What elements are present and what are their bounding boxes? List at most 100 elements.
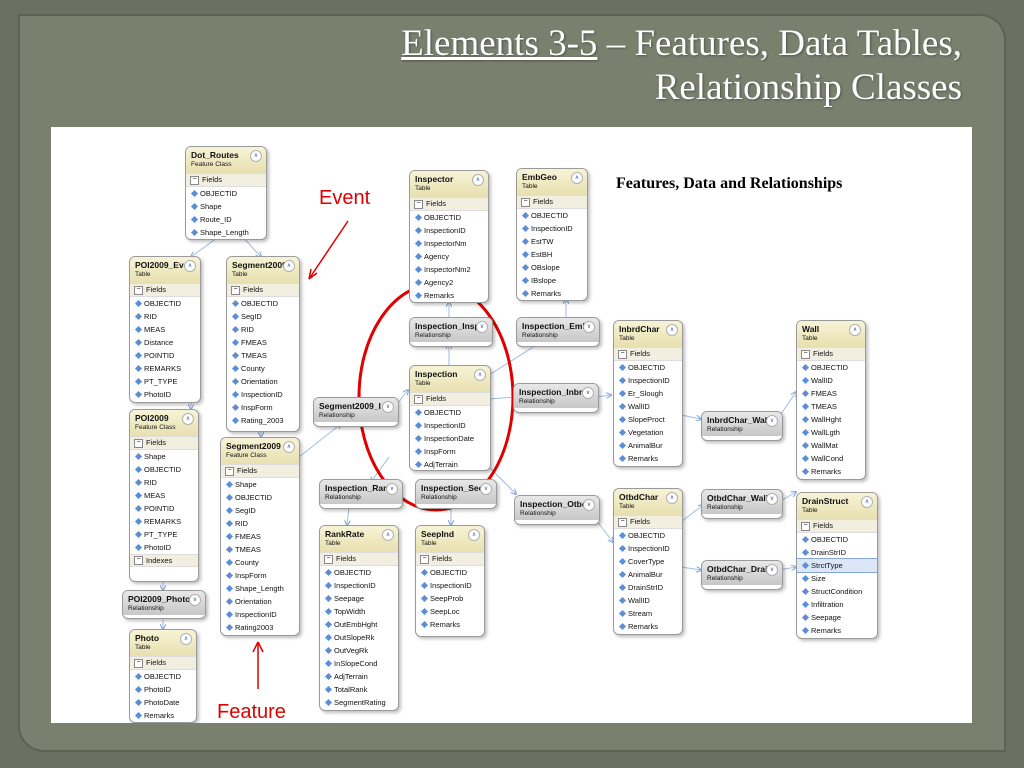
field-item[interactable]: RID [130,310,200,323]
field-item[interactable]: Shape_Length [221,582,299,595]
field-item[interactable]: Stream [614,607,682,620]
collapse-chevron-icon[interactable]: ∧ [571,172,583,184]
collapse-section-icon[interactable]: − [414,394,423,404]
field-item[interactable]: InspectionID [227,388,299,401]
inspection-inbr-relationship-box[interactable]: Inspection_Inbr Relationship ∨ [513,383,599,413]
collapse-chevron-icon[interactable]: ∧ [283,260,295,272]
field-item[interactable]: OBJECTID [797,361,865,374]
fields-section-header[interactable]: − Fields [227,283,299,297]
inspection-seep-relationship-box[interactable]: Inspection_Seep Relationship ∨ [415,479,497,509]
collapse-chevron-icon[interactable]: ∧ [472,174,484,186]
field-item[interactable]: POINTID [130,502,198,515]
collapse-chevron-icon[interactable]: ∧ [182,413,194,425]
field-item[interactable]: WallID [614,594,682,607]
field-item[interactable]: Distance [130,336,200,349]
otbdchar-wall-relationship-box[interactable]: OtbdChar_Wall Relationship ∨ [701,489,783,519]
field-item[interactable]: InspectionDate [410,432,490,445]
field-item[interactable]: OBJECTID [186,187,266,200]
collapse-chevron-icon[interactable]: ∧ [382,529,394,541]
field-item[interactable]: InspectionID [410,224,488,237]
fields-section-header[interactable]: − Fields [221,464,299,478]
field-item[interactable]: TMEAS [221,543,299,556]
field-item[interactable]: Infiltration [797,598,877,611]
field-item[interactable]: PT_TYPE [130,375,200,388]
field-item[interactable]: PhotoID [130,388,200,401]
field-item[interactable]: InspForm [227,401,299,414]
expand-chevron-icon[interactable]: ∨ [480,483,492,495]
field-item[interactable]: WallMat [797,439,865,452]
field-item[interactable]: SegID [227,310,299,323]
field-item[interactable]: WallHght [797,413,865,426]
field-item[interactable]: OBJECTID [130,670,196,683]
field-item[interactable]: Route_ID [186,213,266,226]
field-item[interactable]: EstBH [517,248,587,261]
expand-chevron-icon[interactable]: ∨ [766,493,778,505]
expand-chevron-icon[interactable]: ∨ [382,401,394,413]
indexes-section-header[interactable]: − Indexes [130,553,198,568]
field-item[interactable]: StructCondition [797,585,877,598]
fields-section-header[interactable]: − Fields [130,283,200,297]
field-item[interactable]: InspectionID [517,222,587,235]
field-item[interactable]: InspectionID [614,374,682,387]
field-item[interactable]: Shape [186,200,266,213]
embgeo-table-box[interactable]: EmbGeo Table ∧ − Fields OBJECTID InspectionID E… [516,168,588,301]
field-item[interactable]: Er_Slough [614,387,682,400]
fields-section-header[interactable]: − Fields [410,392,490,406]
field-item[interactable]: IBslope [517,274,587,287]
field-item[interactable]: OBJECTID [410,211,488,224]
field-item[interactable]: InspectionID [320,579,398,592]
field-item[interactable]: WallID [797,374,865,387]
fields-section-header[interactable]: − Fields [416,552,484,566]
collapse-section-icon[interactable]: − [134,285,143,295]
collapse-section-icon[interactable]: − [134,658,143,668]
field-item[interactable]: OBJECTID [130,463,198,476]
segment2009-i-relationship-box[interactable]: Segment2009_I Relationship ∨ [313,397,399,427]
field-item[interactable]: OBJECTID [416,566,484,579]
field-item[interactable]: AnimalBur [614,568,682,581]
field-item[interactable]: Orientation [227,375,299,388]
inspection-ranl-relationship-box[interactable]: Inspection_Ranl Relationship ∨ [319,479,403,509]
poi2009-eve-table-box[interactable]: POI2009_Eve Table ∧ − Fields OBJECTID RID MEAS D… [129,256,201,403]
collapse-chevron-icon[interactable]: ∧ [666,324,678,336]
field-item[interactable]: EstTW [517,235,587,248]
field-item[interactable]: InspectionID [221,608,299,621]
field-item[interactable]: Remarks [614,452,682,465]
field-item[interactable]: OutEmbHght [320,618,398,631]
field-item[interactable]: SegID [221,504,299,517]
field-item[interactable]: OBJECTID [320,566,398,579]
field-item[interactable]: InspForm [410,445,490,458]
collapse-chevron-icon[interactable]: ∧ [849,324,861,336]
collapse-section-icon[interactable]: − [225,466,234,476]
inspection-table-box[interactable]: Inspection Table ∧ − Fields OBJECTID Inspectio… [409,365,491,471]
field-item[interactable]: InspectorNm2 [410,263,488,276]
field-item[interactable]: PhotoID [130,541,198,554]
collapse-chevron-icon[interactable]: ∧ [180,633,192,645]
inbrdchar-table-box[interactable]: InbrdChar Table ∧ − Fields OBJECTID Inspection… [613,320,683,467]
field-item[interactable]: County [227,362,299,375]
expand-chevron-icon[interactable]: ∨ [386,483,398,495]
field-item[interactable]: RID [227,323,299,336]
expand-chevron-icon[interactable]: ∨ [189,594,201,606]
fields-section-header[interactable]: − Fields [130,656,196,670]
field-item[interactable]: AdjTerrain [410,458,490,470]
inspection-otbc-relationship-box[interactable]: Inspection_Otbc Relationship ∨ [514,495,600,525]
field-item[interactable]: Seepage [320,592,398,605]
field-item[interactable]: DrainStrID [797,546,877,559]
field-item[interactable]: County [221,556,299,569]
drainstruct-table-box[interactable]: DrainStruct Table ∧ − Fields OBJECTID DrainStr… [796,492,878,639]
expand-chevron-icon[interactable]: ∨ [766,415,778,427]
field-item[interactable]: OBJECTID [227,297,299,310]
segment2009-table-box[interactable]: Segment2009 Feature Class ∧ − Fields Shape OBJ… [220,437,300,636]
field-item[interactable]: TopWidth [320,605,398,618]
collapse-section-icon[interactable]: − [134,556,143,566]
field-item[interactable]: Size [797,572,877,585]
dot-routes-table-box[interactable]: Dot_Routes Feature Class ∧ − Fields OBJECTID S… [185,146,267,240]
field-item[interactable]: Vegetation [614,426,682,439]
field-item[interactable]: InspectionID [416,579,484,592]
collapse-section-icon[interactable]: − [801,521,810,531]
field-item[interactable]: PhotoDate [130,696,196,709]
field-item[interactable]: MEAS [130,323,200,336]
collapse-chevron-icon[interactable]: ∧ [250,150,262,162]
collapse-section-icon[interactable]: − [231,285,240,295]
field-item[interactable]: SeepProb [416,592,484,605]
